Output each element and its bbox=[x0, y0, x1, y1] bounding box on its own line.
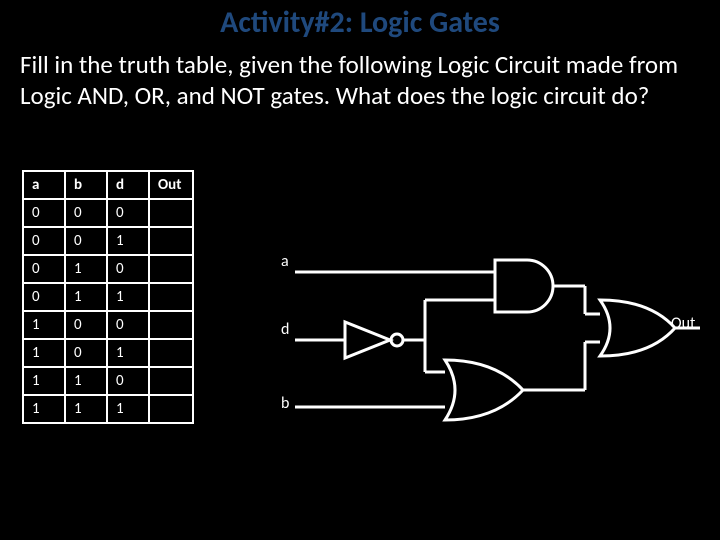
col-header-d: d bbox=[107, 171, 149, 199]
cell: 1 bbox=[23, 311, 65, 339]
cell: 0 bbox=[23, 255, 65, 283]
col-header-out: Out bbox=[149, 171, 193, 199]
cell bbox=[149, 227, 193, 255]
cell bbox=[149, 395, 193, 423]
cell bbox=[149, 311, 193, 339]
content-area: a b d Out 0 0 0 0 0 1 bbox=[0, 170, 720, 424]
cell: 1 bbox=[65, 367, 107, 395]
cell: 1 bbox=[107, 339, 149, 367]
table-row: 0 0 0 bbox=[23, 199, 193, 227]
cell: 0 bbox=[65, 339, 107, 367]
cell: 1 bbox=[65, 255, 107, 283]
truth-table: a b d Out 0 0 0 0 0 1 bbox=[22, 170, 194, 424]
circuit-svg bbox=[265, 242, 705, 432]
cell bbox=[149, 199, 193, 227]
cell: 0 bbox=[107, 367, 149, 395]
cell: 1 bbox=[107, 283, 149, 311]
cell: 0 bbox=[65, 311, 107, 339]
table-row: 0 1 0 bbox=[23, 255, 193, 283]
table-row: 1 1 0 bbox=[23, 367, 193, 395]
cell: 0 bbox=[65, 227, 107, 255]
cell bbox=[149, 339, 193, 367]
cell bbox=[149, 255, 193, 283]
table-row: 0 1 1 bbox=[23, 283, 193, 311]
cell: 1 bbox=[65, 283, 107, 311]
slide: Activity#2: Logic Gates Fill in the trut… bbox=[0, 0, 720, 540]
slide-title: Activity#2: Logic Gates bbox=[0, 0, 720, 41]
table-header-row: a b d Out bbox=[23, 171, 193, 199]
cell: 0 bbox=[23, 227, 65, 255]
table-row: 0 0 1 bbox=[23, 227, 193, 255]
cell: 1 bbox=[65, 395, 107, 423]
cell: 1 bbox=[23, 367, 65, 395]
cell: 1 bbox=[107, 227, 149, 255]
cell: 1 bbox=[23, 339, 65, 367]
cell: 0 bbox=[23, 283, 65, 311]
cell: 1 bbox=[23, 395, 65, 423]
cell: 0 bbox=[107, 311, 149, 339]
instruction-text: Fill in the truth table, given the follo… bbox=[0, 41, 720, 112]
cell: 1 bbox=[107, 395, 149, 423]
table-row: 1 0 1 bbox=[23, 339, 193, 367]
cell: 0 bbox=[23, 199, 65, 227]
col-header-a: a bbox=[23, 171, 65, 199]
table-row: 1 0 0 bbox=[23, 311, 193, 339]
cell: 0 bbox=[107, 199, 149, 227]
table-row: 1 1 1 bbox=[23, 395, 193, 423]
cell: 0 bbox=[107, 255, 149, 283]
cell bbox=[149, 283, 193, 311]
cell: 0 bbox=[65, 199, 107, 227]
col-header-b: b bbox=[65, 171, 107, 199]
cell bbox=[149, 367, 193, 395]
logic-circuit-diagram: a d b Out bbox=[265, 242, 705, 432]
